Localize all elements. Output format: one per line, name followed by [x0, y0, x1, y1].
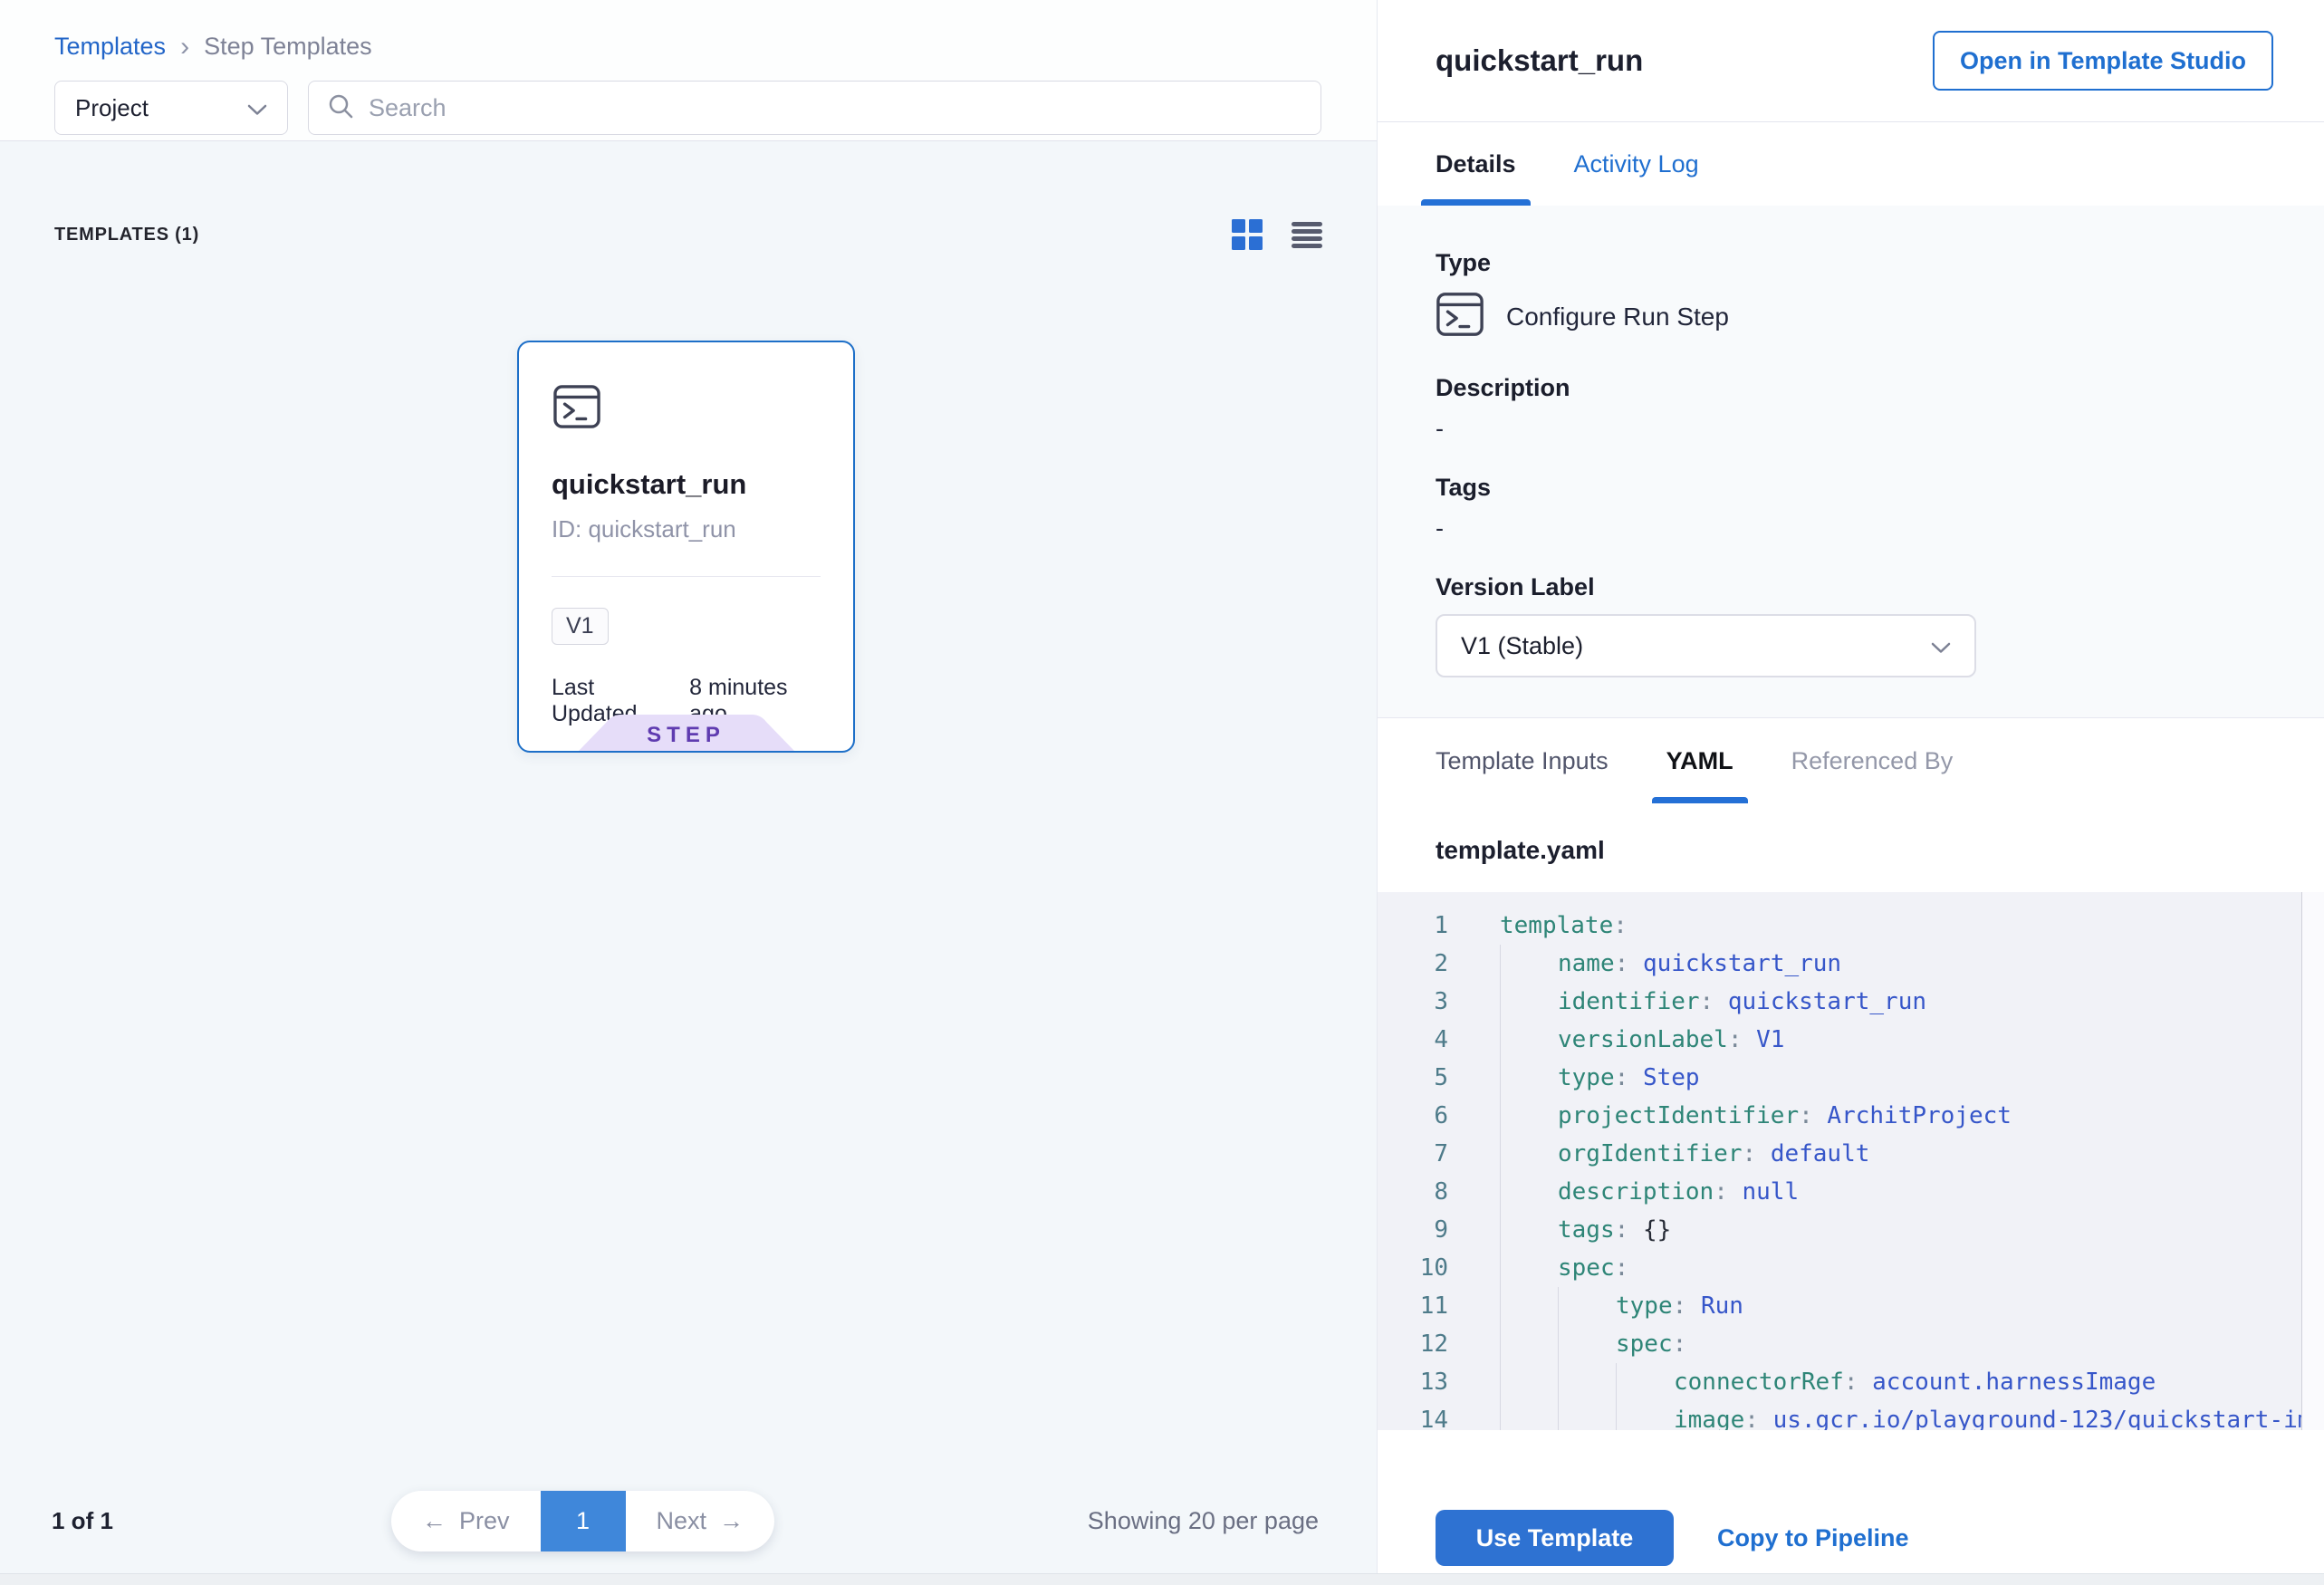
description-label: Description	[1436, 374, 2266, 402]
yaml-code[interactable]: 1template:2name: quickstart_run3identifi…	[1378, 892, 2324, 1430]
details-header: quickstart_run Open in Template Studio	[1378, 0, 2324, 122]
tab-referenced-by[interactable]: Referenced By	[1791, 718, 1954, 803]
scope-dropdown[interactable]: Project	[54, 81, 288, 135]
version-dropdown[interactable]: V1 (Stable)	[1436, 614, 1976, 677]
tab-template-inputs[interactable]: Template Inputs	[1436, 718, 1609, 803]
search-icon	[327, 92, 354, 124]
code-line: 6projectIdentifier: ArchitProject	[1378, 1097, 2324, 1135]
version-badge: V1	[552, 608, 609, 645]
page-1-button[interactable]: 1	[541, 1491, 626, 1551]
type-row: Configure Run Step	[1436, 290, 2266, 343]
code-line: 8description: null	[1378, 1173, 2324, 1211]
main-layout: Templates › Step Templates Project	[0, 0, 2324, 1573]
code-line: 2name: quickstart_run	[1378, 945, 2324, 983]
code-line: 13connectorRef: account.harnessImage	[1378, 1363, 2324, 1401]
code-line: 9tags: {}	[1378, 1211, 2324, 1249]
tags-value: -	[1436, 514, 2266, 543]
card-title: quickstart_run	[552, 468, 821, 501]
templates-list-panel: Templates › Step Templates Project	[0, 0, 1377, 1573]
scope-dropdown-value: Project	[75, 94, 149, 122]
use-template-button[interactable]: Use Template	[1436, 1510, 1674, 1566]
page-size-label: Showing 20 per page	[1088, 1507, 1319, 1535]
search-box[interactable]	[308, 81, 1321, 135]
code-line: 14image: us.gcr.io/playground-123/quicks…	[1378, 1401, 2324, 1430]
step-ribbon: STEP	[575, 715, 798, 751]
details-actions: Use Template Copy to Pipeline	[1378, 1430, 2324, 1566]
pagination: ← Prev 1 Next →	[391, 1491, 774, 1551]
run-step-icon	[552, 418, 602, 433]
card-id: ID: quickstart_run	[552, 515, 821, 543]
code-line: 3identifier: quickstart_run	[1378, 983, 2324, 1021]
breadcrumb-chevron-icon: ›	[180, 34, 189, 61]
arrow-left-icon: ←	[422, 1507, 447, 1535]
code-line: 10spec:	[1378, 1249, 2324, 1287]
code-line: 1template:	[1378, 907, 2324, 945]
grid-view-button[interactable]	[1232, 219, 1263, 250]
next-label: Next	[657, 1507, 707, 1535]
details-tabs: Details Activity Log	[1378, 122, 2324, 206]
filter-row: Project	[54, 81, 1322, 135]
code-line: 4versionLabel: V1	[1378, 1021, 2324, 1059]
code-line: 11type: Run	[1378, 1287, 2324, 1325]
description-value: -	[1436, 415, 2266, 443]
type-value: Configure Run Step	[1506, 303, 1729, 331]
code-scrollbar[interactable]	[2301, 892, 2324, 1430]
run-step-icon	[1436, 290, 1484, 343]
list-toolbar: TEMPLATES (1)	[54, 219, 1322, 250]
type-label: Type	[1436, 249, 2266, 277]
tab-activity-log[interactable]: Activity Log	[1574, 122, 1699, 206]
search-input[interactable]	[369, 94, 1302, 122]
code-line: 5type: Step	[1378, 1059, 2324, 1097]
templates-count-label: TEMPLATES (1)	[54, 225, 199, 245]
open-in-template-studio-button[interactable]: Open in Template Studio	[1933, 31, 2273, 91]
copy-to-pipeline-link[interactable]: Copy to Pipeline	[1717, 1524, 1909, 1552]
yaml-file-name: template.yaml	[1378, 803, 2324, 892]
version-label: Version Label	[1436, 573, 2266, 601]
details-content: Type Configure Run Step Description -	[1378, 206, 2324, 717]
page-count-label: 1 of 1	[52, 1507, 113, 1535]
breadcrumb-current: Step Templates	[204, 33, 372, 61]
window-bottom-strip	[0, 1573, 2324, 1585]
tags-label: Tags	[1436, 474, 2266, 502]
template-details-panel: quickstart_run Open in Template Studio D…	[1377, 0, 2324, 1573]
view-toggle	[1232, 219, 1322, 250]
arrow-right-icon: →	[719, 1507, 744, 1535]
list-view-button[interactable]	[1292, 221, 1322, 248]
chevron-down-icon	[1931, 632, 1951, 660]
chevron-down-icon	[247, 94, 267, 122]
card-divider	[552, 576, 821, 577]
templates-list-body: TEMPLATES (1)	[0, 219, 1377, 753]
yaml-tabs: Template Inputs YAML Referenced By	[1378, 717, 2324, 803]
yaml-code-lines: 1template:2name: quickstart_run3identifi…	[1378, 907, 2324, 1430]
step-ribbon-label: STEP	[575, 715, 798, 751]
tab-yaml[interactable]: YAML	[1666, 718, 1733, 803]
code-line: 7orgIdentifier: default	[1378, 1135, 2324, 1173]
app: Templates › Step Templates Project	[0, 0, 2324, 1585]
version-dropdown-value: V1 (Stable)	[1461, 632, 1583, 660]
list-header: Templates › Step Templates Project	[0, 0, 1377, 141]
prev-page-button[interactable]: ← Prev	[391, 1491, 541, 1551]
breadcrumb: Templates › Step Templates	[54, 33, 1322, 61]
code-line: 12spec:	[1378, 1325, 2324, 1363]
next-page-button[interactable]: Next →	[626, 1491, 775, 1551]
panel-title: quickstart_run	[1436, 43, 1643, 78]
template-card[interactable]: quickstart_run ID: quickstart_run V1 Las…	[517, 341, 855, 753]
breadcrumb-templates-link[interactable]: Templates	[54, 33, 166, 61]
prev-label: Prev	[459, 1507, 510, 1535]
tab-details[interactable]: Details	[1436, 122, 1516, 206]
